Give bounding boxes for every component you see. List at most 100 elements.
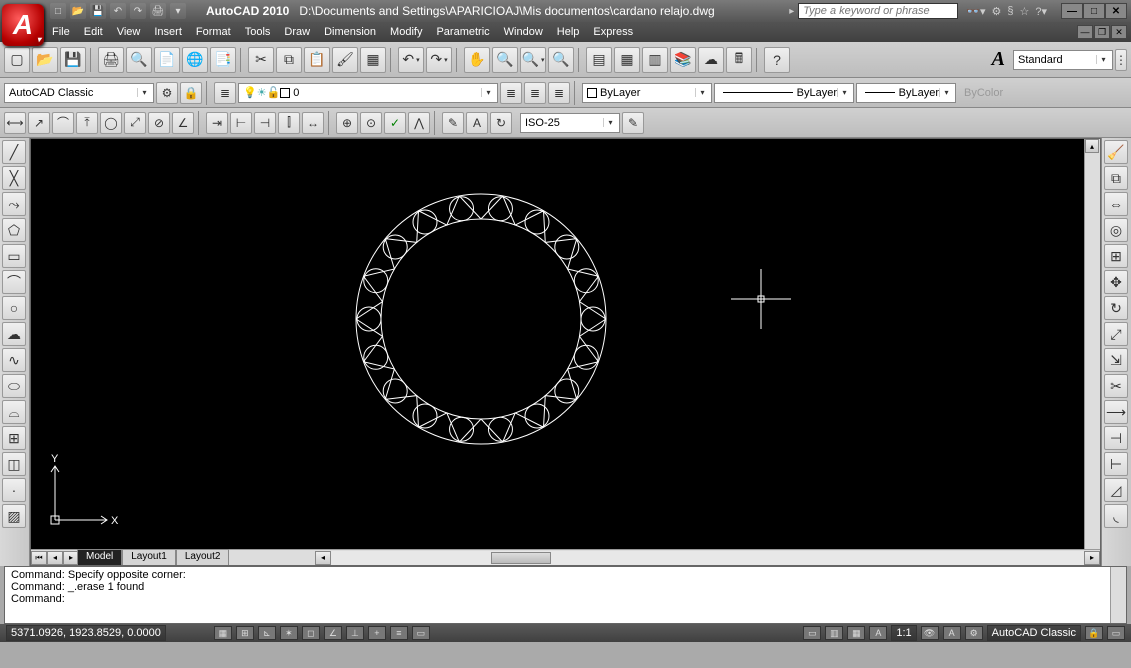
- quickview-layouts-icon[interactable]: ▥: [825, 626, 843, 640]
- text-style-more-icon[interactable]: ⋮: [1115, 49, 1127, 71]
- dimstyle-manager-icon[interactable]: ✎: [622, 112, 644, 134]
- text-style-combo[interactable]: Standard ▾: [1013, 50, 1113, 70]
- quickcalc-icon[interactable]: 🖩: [726, 47, 752, 73]
- qat-save-icon[interactable]: 💾: [90, 3, 106, 19]
- tab-layout2[interactable]: Layout2: [176, 549, 230, 565]
- revcloud-icon[interactable]: ☁: [2, 322, 26, 346]
- binoculars-icon[interactable]: 👓▾: [966, 5, 985, 18]
- menu-dimension[interactable]: Dimension: [324, 26, 376, 38]
- rectangle-icon[interactable]: ▭: [2, 244, 26, 268]
- block-editor-icon[interactable]: ▦: [360, 47, 386, 73]
- mdi-minimize-button[interactable]: —: [1077, 25, 1093, 39]
- scale-icon[interactable]: ⤢: [1104, 322, 1128, 346]
- tolerance-icon[interactable]: ⊕: [336, 112, 358, 134]
- menu-parametric[interactable]: Parametric: [436, 26, 489, 38]
- dim-aligned-icon[interactable]: ↗: [28, 112, 50, 134]
- paste-icon[interactable]: 📋: [304, 47, 330, 73]
- model-paper-toggle[interactable]: ▭: [803, 626, 821, 640]
- dim-ordinate-icon[interactable]: ⤒: [76, 112, 98, 134]
- window-maximize-button[interactable]: □: [1083, 3, 1105, 19]
- inspect-icon[interactable]: ✓: [384, 112, 406, 134]
- menu-modify[interactable]: Modify: [390, 26, 422, 38]
- workspace-settings-icon[interactable]: ⚙: [156, 82, 178, 104]
- jog-line-icon[interactable]: ⋀: [408, 112, 430, 134]
- grid-toggle-icon[interactable]: ⊞: [236, 626, 254, 640]
- dim-jogged-icon[interactable]: ⤢: [124, 112, 146, 134]
- annoscale-icon[interactable]: A: [869, 626, 887, 640]
- properties-icon[interactable]: ▤: [586, 47, 612, 73]
- open-icon[interactable]: 📂: [32, 47, 58, 73]
- tab-prev-icon[interactable]: ◂: [47, 551, 63, 565]
- window-minimize-button[interactable]: —: [1061, 3, 1083, 19]
- help-icon[interactable]: ?▾: [1035, 5, 1047, 18]
- rotate-icon[interactable]: ↻: [1104, 296, 1128, 320]
- tab-model[interactable]: Model: [77, 549, 122, 565]
- workspace-lock-icon[interactable]: 🔒: [180, 82, 202, 104]
- menu-file[interactable]: File: [52, 26, 70, 38]
- toolbar-help-icon[interactable]: ?: [764, 47, 790, 73]
- chamfer-icon[interactable]: ◿: [1104, 478, 1128, 502]
- ortho-toggle-icon[interactable]: ⊾: [258, 626, 276, 640]
- tab-layout1[interactable]: Layout1: [122, 549, 176, 565]
- menu-insert[interactable]: Insert: [154, 26, 182, 38]
- dim-tedit-icon[interactable]: A: [466, 112, 488, 134]
- favorite-icon[interactable]: ☆: [1019, 5, 1029, 18]
- vscroll-up-icon[interactable]: ▴: [1085, 139, 1099, 153]
- polyline-icon[interactable]: ⤳: [2, 192, 26, 216]
- ellipse-icon[interactable]: ⬭: [2, 374, 26, 398]
- tool-palettes-icon[interactable]: ▥: [642, 47, 668, 73]
- hscroll-thumb[interactable]: [491, 552, 551, 564]
- dim-linear-icon[interactable]: ⟷: [4, 112, 26, 134]
- application-menu-button[interactable]: A: [2, 4, 44, 46]
- qat-print-icon[interactable]: 🖨: [150, 3, 166, 19]
- zoom-realtime-icon[interactable]: 🔍: [492, 47, 518, 73]
- mirror-icon[interactable]: ⇔: [1104, 192, 1128, 216]
- quickview-drawings-icon[interactable]: ▦: [847, 626, 865, 640]
- polygon-icon[interactable]: ⬠: [2, 218, 26, 242]
- copy-obj-icon[interactable]: ⧉: [1104, 166, 1128, 190]
- circle-icon[interactable]: ○: [2, 296, 26, 320]
- qat-open-icon[interactable]: 📂: [70, 3, 86, 19]
- match-prop-icon[interactable]: 🖌: [332, 47, 358, 73]
- menu-help[interactable]: Help: [557, 26, 580, 38]
- menu-edit[interactable]: Edit: [84, 26, 103, 38]
- publish-icon[interactable]: 📄: [154, 47, 180, 73]
- dim-quick-icon[interactable]: ⇥: [206, 112, 228, 134]
- dim-diameter-icon[interactable]: ⊘: [148, 112, 170, 134]
- pan-icon[interactable]: ✋: [464, 47, 490, 73]
- construction-line-icon[interactable]: ╳: [2, 166, 26, 190]
- menu-window[interactable]: Window: [504, 26, 543, 38]
- trim-icon[interactable]: ✂: [1104, 374, 1128, 398]
- hscroll-left-icon[interactable]: ◂: [315, 551, 331, 565]
- toolbar-lock-icon[interactable]: 🔒: [1085, 626, 1103, 640]
- menu-express[interactable]: Express: [593, 26, 633, 38]
- qp-toggle-icon[interactable]: ▭: [412, 626, 430, 640]
- make-block-icon[interactable]: ◫: [2, 452, 26, 476]
- status-scale[interactable]: 1:1: [891, 625, 916, 641]
- dyn-toggle-icon[interactable]: +: [368, 626, 386, 640]
- break-icon[interactable]: ⊣: [1104, 426, 1128, 450]
- otrack-toggle-icon[interactable]: ∠: [324, 626, 342, 640]
- menu-view[interactable]: View: [117, 26, 141, 38]
- ducs-toggle-icon[interactable]: ⊥: [346, 626, 364, 640]
- comm-icon[interactable]: §: [1007, 5, 1013, 18]
- exchange-icon[interactable]: ⚙: [991, 5, 1001, 18]
- hscroll-right-icon[interactable]: ▸: [1084, 551, 1100, 565]
- qat-new-icon[interactable]: □: [50, 3, 66, 19]
- model-space-viewport[interactable]: (function(){ const g=document.getElement…: [30, 138, 1101, 566]
- dim-update-icon[interactable]: ↻: [490, 112, 512, 134]
- qat-undo-icon[interactable]: ↶: [110, 3, 126, 19]
- lineweight-combo[interactable]: ByLayer ▾: [856, 83, 956, 103]
- horizontal-scrollbar[interactable]: ⏮ ◂ ▸ ⏭ Model Layout1 Layout2 ◂ ▸: [31, 549, 1100, 565]
- polar-toggle-icon[interactable]: ✶: [280, 626, 298, 640]
- mdi-close-button[interactable]: ✕: [1111, 25, 1127, 39]
- markup-icon[interactable]: ☁: [698, 47, 724, 73]
- sheet-set-icon[interactable]: 📑: [210, 47, 236, 73]
- hscroll-track[interactable]: [331, 551, 1084, 565]
- plot-preview-icon[interactable]: 🔍: [126, 47, 152, 73]
- color-combo[interactable]: ByLayer ▾: [582, 83, 712, 103]
- spline-icon[interactable]: ∿: [2, 348, 26, 372]
- point-icon[interactable]: ·: [2, 478, 26, 502]
- undo-button[interactable]: ↶: [398, 47, 424, 73]
- redo-button[interactable]: ↷: [426, 47, 452, 73]
